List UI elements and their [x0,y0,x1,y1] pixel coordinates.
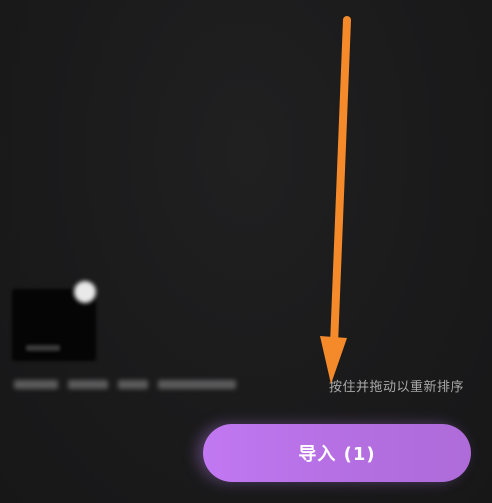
reorder-hint-text: 按住并拖动以重新排序 [329,380,465,395]
import-button[interactable]: 导入 (1) [203,424,471,482]
thumbnail-duration-label [26,345,60,351]
import-screen: 按住并拖动以重新排序 导入 (1) [0,0,492,503]
import-button-label: 导入 (1) [298,444,376,465]
selection-summary-blurred [14,377,269,391]
arrow-shaft [330,16,351,349]
remove-selection-icon[interactable] [74,281,96,303]
